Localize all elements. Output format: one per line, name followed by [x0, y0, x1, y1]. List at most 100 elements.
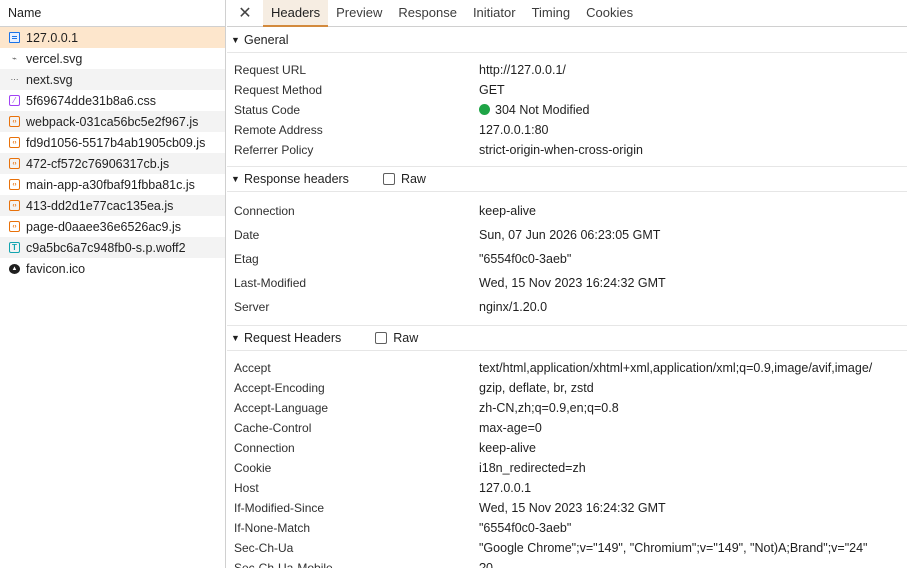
script-icon: ‹› [9, 137, 20, 148]
details-tabbar: ✕ Headers Preview Response Initiator Timing C… [227, 0, 907, 27]
header-value[interactable]: zh-CN,zh;q=0.9,en;q=0.8 [479, 401, 619, 415]
header-value[interactable]: i18n_redirected=zh [479, 461, 586, 475]
header-value[interactable]: nginx/1.20.0 [479, 300, 547, 314]
header-value[interactable]: ?0 [479, 561, 493, 568]
name-column-header[interactable]: Name [0, 0, 225, 27]
header-value[interactable]: 127.0.0.1:80 [479, 123, 549, 137]
request-row[interactable]: ‹› 472-cf572c76906317cb.js [0, 153, 225, 174]
header-row: Sec-Ch-Ua "Google Chrome";v="149", "Chrom… [227, 538, 907, 558]
header-row: If-None-Match "6554f0c0-3aeb" [227, 518, 907, 538]
header-value[interactable]: Sun, 07 Jun 2026 06:23:05 GMT [479, 228, 660, 242]
request-name: vercel.svg [26, 51, 83, 66]
header-value[interactable]: GET [479, 83, 505, 97]
expand-triangle-icon[interactable]: ▼ [231, 174, 241, 184]
tab-preview[interactable]: Preview [328, 0, 390, 26]
header-key: Accept [234, 361, 271, 375]
request-row[interactable]: Tc9a5bc6a7c948fb0-s.p.woff2 [0, 237, 225, 258]
request-name: next.svg [26, 72, 73, 87]
header-row: If-Modified-Since Wed, 15 Nov 2023 16:24:… [227, 498, 907, 518]
font-icon: T [9, 242, 20, 253]
request-list-panel: Name 127.0.0.1 ⌁ vercel.svg ⋯ next.svg ⁄ 5f696… [0, 0, 226, 568]
tab-headers[interactable]: Headers [263, 0, 329, 27]
request-name: fd9d1056-5517b4ab1905cb09.js [26, 135, 206, 150]
status-dot-icon [479, 104, 490, 115]
response-headers-section-header[interactable]: ▼ Response headers Raw [227, 166, 907, 192]
svg-image-icon: ⋯ [10, 74, 19, 84]
header-row: Server nginx/1.20.0 [227, 295, 907, 319]
script-icon: ‹› [9, 221, 20, 232]
tab-timing[interactable]: Timing [524, 0, 579, 26]
close-icon[interactable]: ✕ [227, 0, 263, 26]
request-row[interactable]: ‹› page-d0aaee36e6526ac9.js [0, 216, 225, 237]
raw-label: Raw [393, 331, 419, 345]
header-key: Connection [234, 204, 295, 218]
raw-toggle[interactable]: Raw [375, 331, 418, 345]
header-value[interactable]: 304 Not Modified [479, 103, 590, 117]
header-row: Connection keep-alive [227, 438, 907, 458]
header-row: Cookie i18n_redirected=zh [227, 458, 907, 478]
raw-checkbox[interactable] [375, 332, 388, 344]
details-tabs: Headers Preview Response Initiator Timing Coo… [263, 0, 641, 27]
request-name: webpack-031ca56bc5e2f967.js [26, 114, 199, 129]
header-row: Etag "6554f0c0-3aeb" [227, 247, 907, 271]
header-value[interactable]: Wed, 15 Nov 2023 16:24:32 GMT [479, 501, 666, 515]
expand-triangle-icon[interactable]: ▼ [231, 35, 241, 45]
request-name: 472-cf572c76906317cb.js [26, 156, 170, 171]
section-title: General [244, 32, 289, 47]
request-row[interactable]: ⁄ 5f69674dde31b8a6.css [0, 90, 225, 111]
request-row[interactable]: ▲ favicon.ico [0, 258, 225, 279]
header-row: Status Code 304 Not Modified [227, 100, 907, 120]
header-value[interactable]: keep-alive [479, 204, 536, 218]
request-row[interactable]: ‹› main-app-a30fbaf91fbba81c.js [0, 174, 225, 195]
header-value[interactable]: http://127.0.0.1/ [479, 63, 566, 77]
request-header-rows: Accept text/html,application/xhtml+xml,ap… [227, 351, 907, 568]
request-row[interactable]: ‹› 413-dd2d1e77cac135ea.js [0, 195, 225, 216]
tab-cookies[interactable]: Cookies [578, 0, 641, 26]
request-list: 127.0.0.1 ⌁ vercel.svg ⋯ next.svg ⁄ 5f69674dde… [0, 27, 225, 279]
expand-triangle-icon[interactable]: ▼ [231, 333, 241, 343]
raw-label: Raw [400, 172, 426, 186]
header-value[interactable]: max-age=0 [479, 421, 542, 435]
header-value[interactable]: Wed, 15 Nov 2023 16:24:32 GMT [479, 276, 666, 290]
section-title: Response headers [244, 172, 349, 186]
header-value[interactable]: keep-alive [479, 441, 536, 455]
request-name: 5f69674dde31b8a6.css [26, 93, 156, 108]
request-row[interactable]: ⌁ vercel.svg [0, 48, 225, 69]
header-value[interactable]: strict-origin-when-cross-origin [479, 143, 643, 157]
header-row: Sec-Ch-Ua-Mobile ?0 [227, 558, 907, 568]
header-key: Server [234, 300, 270, 314]
script-icon: ‹› [9, 116, 20, 127]
header-row: Request URL http://127.0.0.1/ [227, 60, 907, 80]
request-name: favicon.ico [26, 261, 86, 276]
raw-checkbox[interactable] [382, 173, 395, 185]
request-name: page-d0aaee36e6526ac9.js [26, 219, 181, 234]
header-key: Sec-Ch-Ua [234, 541, 294, 555]
header-row: Date Sun, 07 Jun 2026 06:23:05 GMT [227, 223, 907, 247]
header-value[interactable]: text/html,application/xhtml+xml,applicat… [479, 361, 872, 375]
status-text: 304 Not Modified [495, 103, 590, 117]
stylesheet-icon: ⁄ [9, 95, 20, 106]
header-value[interactable]: 127.0.0.1 [479, 481, 531, 495]
request-headers-section-header[interactable]: ▼ Request Headers Raw [227, 325, 907, 351]
tab-response[interactable]: Response [390, 0, 465, 26]
request-row[interactable]: 127.0.0.1 [0, 27, 225, 48]
request-name: main-app-a30fbaf91fbba81c.js [26, 177, 195, 192]
request-row[interactable]: ⋯ next.svg [0, 69, 225, 90]
header-value[interactable]: "6554f0c0-3aeb" [479, 521, 571, 535]
general-section-header[interactable]: ▼ General [227, 27, 907, 53]
svg-image-icon: ⌁ [12, 53, 17, 63]
header-row: Request Method GET [227, 80, 907, 100]
header-value[interactable]: gzip, deflate, br, zstd [479, 381, 594, 395]
header-key: Sec-Ch-Ua-Mobile [234, 561, 333, 568]
script-icon: ‹› [9, 200, 20, 211]
header-key: Request Method [234, 83, 323, 97]
tab-initiator[interactable]: Initiator [465, 0, 524, 26]
response-headers-section: ▼ Response headers Raw Connection keep-al… [227, 166, 907, 325]
request-row[interactable]: ‹› webpack-031ca56bc5e2f967.js [0, 111, 225, 132]
raw-toggle[interactable]: Raw [382, 172, 426, 186]
request-row[interactable]: ‹› fd9d1056-5517b4ab1905cb09.js [0, 132, 225, 153]
header-row: Accept-Encoding gzip, deflate, br, zstd [227, 378, 907, 398]
header-row: Host 127.0.0.1 [227, 478, 907, 498]
header-value[interactable]: "6554f0c0-3aeb" [479, 252, 571, 266]
header-value[interactable]: "Google Chrome";v="149", "Chromium";v="1… [479, 541, 868, 555]
